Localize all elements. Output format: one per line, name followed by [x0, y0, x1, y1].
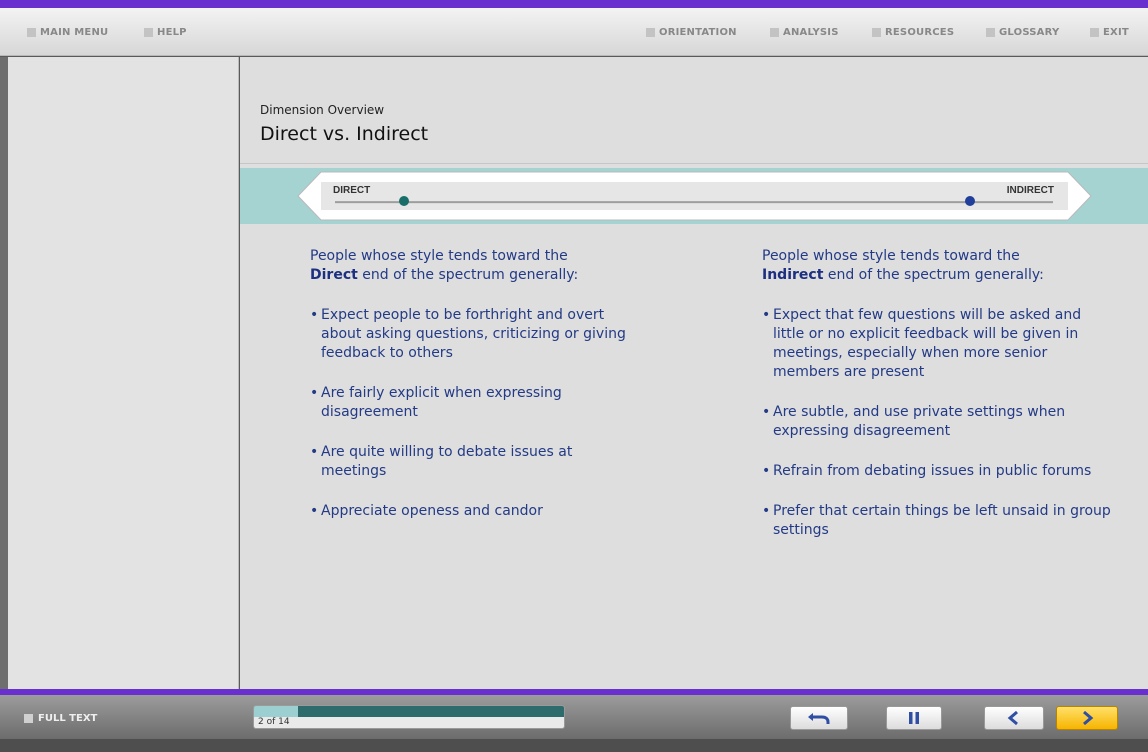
- band-divider: [240, 163, 1148, 164]
- nav-main-menu[interactable]: MAIN MENU: [27, 27, 108, 38]
- indirect-intro: People whose style tends toward the Indi…: [762, 247, 1122, 285]
- direct-marker-dot: [399, 196, 409, 206]
- nav-bullet-icon: [770, 28, 779, 37]
- progress-label: 2 of 14: [258, 717, 290, 727]
- chevron-right-icon: [1083, 710, 1094, 726]
- progress-indicator: 2 of 14: [253, 705, 565, 729]
- next-button[interactable]: [1056, 706, 1118, 730]
- indirect-intro-pre: People whose style tends toward the: [762, 248, 1020, 264]
- direct-intro-post: end of the spectrum generally:: [362, 267, 579, 283]
- nav-bullet-icon: [1090, 28, 1099, 37]
- indirect-bullet-list: Expect that few questions will be asked …: [762, 306, 1122, 540]
- pause-button[interactable]: [886, 706, 942, 730]
- nav-bullet-icon: [872, 28, 881, 37]
- indirect-intro-post: end of the spectrum generally:: [827, 267, 1044, 283]
- undo-arrow-icon: [808, 713, 830, 724]
- progress-track: [254, 706, 564, 717]
- full-text-toggle[interactable]: FULL TEXT: [24, 713, 97, 724]
- nav-exit[interactable]: EXIT: [1090, 27, 1129, 38]
- list-item: Prefer that certain things be left unsai…: [762, 502, 1112, 540]
- nav-bullet-icon: [144, 28, 153, 37]
- window-left-edge: [0, 57, 8, 689]
- nav-help[interactable]: HELP: [144, 27, 187, 38]
- direct-scale-label: DIRECT: [333, 185, 370, 196]
- list-item: Refrain from debating issues in public f…: [762, 462, 1102, 481]
- direct-term: Direct: [310, 267, 358, 283]
- replay-button[interactable]: [790, 706, 848, 730]
- list-item: Appreciate openess and candor: [310, 502, 640, 521]
- back-button[interactable]: [984, 706, 1044, 730]
- nav-help-label: HELP: [157, 27, 187, 38]
- nav-resources-label: RESOURCES: [885, 27, 955, 38]
- nav-bullet-icon: [986, 28, 995, 37]
- list-item: Are fairly explicit when expressing disa…: [310, 384, 640, 422]
- nav-analysis[interactable]: ANALYSIS: [770, 27, 839, 38]
- direct-intro-pre: People whose style tends toward the: [310, 248, 568, 264]
- left-sidebar-panel: [8, 57, 239, 689]
- page-title: Direct vs. Indirect: [260, 123, 429, 145]
- nav-main-menu-label: MAIN MENU: [40, 27, 109, 38]
- full-text-label: FULL TEXT: [38, 713, 98, 724]
- nav-analysis-label: ANALYSIS: [783, 27, 839, 38]
- bottom-control-bar: FULL TEXT 2 of 14: [0, 695, 1148, 739]
- bottom-footer-strip: [0, 739, 1148, 752]
- nav-exit-label: EXIT: [1103, 27, 1129, 38]
- nav-bullet-icon: [27, 28, 36, 37]
- list-item: Are subtle, and use private settings whe…: [762, 403, 1092, 441]
- content-panel: Dimension Overview Direct vs. Indirect D…: [240, 57, 1148, 689]
- indirect-marker-dot: [965, 196, 975, 206]
- nav-glossary-label: GLOSSARY: [999, 27, 1060, 38]
- indirect-column: People whose style tends toward the Indi…: [762, 247, 1122, 540]
- nav-orientation-label: ORIENTATION: [659, 27, 737, 38]
- direct-bullet-list: Expect people to be forthright and overt…: [310, 306, 650, 521]
- spectrum-scale: DIRECT INDIRECT: [297, 171, 1092, 221]
- nav-orientation[interactable]: ORIENTATION: [646, 27, 737, 38]
- direct-column: People whose style tends toward the Dire…: [310, 247, 650, 521]
- list-item: Expect people to be forthright and overt…: [310, 306, 640, 363]
- indirect-term: Indirect: [762, 267, 824, 283]
- progress-fill: [254, 706, 299, 717]
- list-item: Are quite willing to debate issues at me…: [310, 443, 610, 481]
- pause-icon: [909, 712, 919, 724]
- arrow-inner-fill: [321, 182, 1068, 210]
- spectrum-band: DIRECT INDIRECT: [240, 168, 1148, 224]
- top-navigation-bar: MAIN MENU HELP ORIENTATION ANALYSIS RESO…: [0, 8, 1148, 56]
- nav-resources[interactable]: RESOURCES: [872, 27, 954, 38]
- chevron-left-icon: [1007, 710, 1018, 726]
- page-overline: Dimension Overview: [260, 103, 385, 117]
- indirect-scale-label: INDIRECT: [1007, 185, 1054, 196]
- nav-bullet-icon: [646, 28, 655, 37]
- top-accent-stripe: [0, 0, 1148, 8]
- nav-glossary[interactable]: GLOSSARY: [986, 27, 1059, 38]
- checkbox-icon: [24, 714, 33, 723]
- direct-intro: People whose style tends toward the Dire…: [310, 247, 650, 285]
- list-item: Expect that few questions will be asked …: [762, 306, 1107, 382]
